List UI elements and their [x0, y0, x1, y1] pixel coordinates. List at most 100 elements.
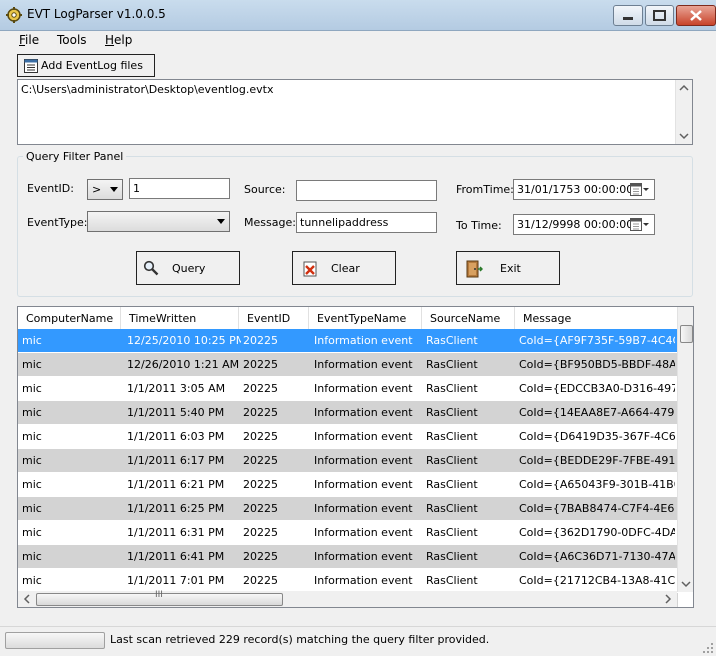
- minimize-button[interactable]: [613, 5, 643, 26]
- eventid-operator-select[interactable]: >: [87, 179, 123, 200]
- close-button[interactable]: [676, 5, 716, 26]
- totime-label: To Time:: [456, 219, 502, 232]
- cell-eventtypename: Information event: [314, 406, 413, 419]
- cell-message: CoId={14EAA8E7-A664-479B-92: [519, 406, 675, 419]
- message-value: tunnelipaddress: [300, 216, 389, 229]
- cell-message: CoId={BF950BD5-BBDF-48AB-93: [519, 358, 675, 371]
- clear-icon: [303, 261, 317, 277]
- app-gear-icon: [6, 7, 22, 23]
- cell-timewritten: 1/1/2011 7:01 PM: [127, 574, 225, 587]
- exit-label: Exit: [500, 262, 521, 275]
- cell-sourcename: RasClient: [426, 454, 478, 467]
- clear-label: Clear: [331, 262, 360, 275]
- cell-timewritten: 1/1/2011 6:25 PM: [127, 502, 225, 515]
- results-grid[interactable]: ComputerName TimeWritten EventID EventTy…: [17, 306, 694, 608]
- menu-file[interactable]: File: [19, 33, 39, 47]
- eventid-input[interactable]: 1: [129, 178, 230, 199]
- cell-computername: mic: [22, 550, 42, 563]
- eventtype-label: EventType:: [27, 216, 88, 229]
- eventid-value: 1: [133, 182, 140, 195]
- column-header-sourcename[interactable]: SourceName: [422, 307, 515, 329]
- eventtype-select[interactable]: [87, 211, 230, 232]
- cell-eventtypename: Information event: [314, 574, 413, 587]
- table-row[interactable]: mic 1/1/2011 6:17 PM 20225 Information even…: [18, 449, 678, 473]
- resize-grip-icon[interactable]: [702, 642, 714, 654]
- menu-tools[interactable]: Tools: [57, 33, 87, 47]
- query-label: Query: [172, 262, 206, 275]
- cell-message: CoId={BEDDE29F-7FBE-4914-8A: [519, 454, 675, 467]
- message-input[interactable]: tunnelipaddress: [296, 212, 437, 233]
- file-list-textbox[interactable]: C:\Users\administrator\Desktop\eventlog.…: [17, 79, 693, 145]
- cell-message: CoId={D6419D35-367F-4C68-94D: [519, 430, 675, 443]
- table-row[interactable]: mic 1/1/2011 7:01 PM 20225 Information even…: [18, 569, 678, 593]
- cell-eventid: 20225: [243, 574, 278, 587]
- cell-timewritten: 1/1/2011 6:03 PM: [127, 430, 225, 443]
- table-row[interactable]: mic 1/1/2011 6:25 PM 20225 Information even…: [18, 497, 678, 521]
- table-row[interactable]: mic 12/26/2010 1:21 AM 20225 Information ev…: [18, 353, 678, 377]
- cell-eventid: 20225: [243, 526, 278, 539]
- cell-eventid: 20225: [243, 454, 278, 467]
- fromtime-value: 31/01/1753 00:00:00: [517, 183, 634, 196]
- calendar-icon[interactable]: [630, 183, 650, 197]
- cell-computername: mic: [22, 478, 42, 491]
- cell-sourcename: RasClient: [426, 358, 478, 371]
- cell-eventtypename: Information event: [314, 502, 413, 515]
- scroll-right-icon: [665, 594, 672, 604]
- menu-help[interactable]: Help: [105, 33, 132, 47]
- add-eventlog-button[interactable]: Add EventLog files: [17, 54, 155, 77]
- grid-vertical-scrollbar[interactable]: [677, 307, 693, 592]
- cell-computername: mic: [22, 430, 42, 443]
- cell-computername: mic: [22, 382, 42, 395]
- cell-sourcename: RasClient: [426, 574, 478, 587]
- clear-button[interactable]: Clear: [292, 251, 396, 285]
- cell-timewritten: 12/25/2010 10:25 PM: [127, 334, 241, 347]
- table-row[interactable]: mic 1/1/2011 3:05 AM 20225 Information even…: [18, 377, 678, 401]
- eventid-operator-value: >: [92, 183, 102, 196]
- scroll-down-icon: [681, 581, 691, 588]
- exit-button[interactable]: Exit: [456, 251, 560, 285]
- scroll-left-icon: [23, 594, 30, 604]
- calendar-icon[interactable]: [630, 218, 650, 232]
- column-header-computername[interactable]: ComputerName: [18, 307, 121, 329]
- grid-vscroll-thumb[interactable]: [680, 325, 693, 343]
- grid-horizontal-scrollbar[interactable]: III: [18, 590, 677, 607]
- cell-timewritten: 1/1/2011 3:05 AM: [127, 382, 226, 395]
- table-row[interactable]: mic 1/1/2011 5:40 PM 20225 Information even…: [18, 401, 678, 425]
- menu-bar: File Tools Help: [0, 31, 716, 51]
- table-row[interactable]: mic 1/1/2011 6:41 PM 20225 Information even…: [18, 545, 678, 569]
- file-list-scrollbar[interactable]: [675, 80, 692, 144]
- scroll-down-icon: [679, 133, 689, 140]
- cell-computername: mic: [22, 574, 42, 587]
- column-header-eventid[interactable]: EventID: [239, 307, 309, 329]
- table-row[interactable]: mic 12/25/2010 10:25 PM 20225 Information e…: [18, 329, 678, 353]
- fromtime-picker[interactable]: 31/01/1753 00:00:00: [513, 179, 655, 200]
- source-input[interactable]: [296, 180, 437, 201]
- cell-computername: mic: [22, 358, 42, 371]
- table-row[interactable]: mic 1/1/2011 6:21 PM 20225 Information even…: [18, 473, 678, 497]
- cell-eventtypename: Information event: [314, 478, 413, 491]
- cell-message: CoId={21712CB4-13A8-41CE-950: [519, 574, 675, 587]
- column-header-eventtypename[interactable]: EventTypeName: [309, 307, 422, 329]
- cell-eventid: 20225: [243, 502, 278, 515]
- exit-door-icon: [466, 260, 483, 278]
- totime-picker[interactable]: 31/12/9998 00:00:00: [513, 214, 655, 235]
- scroll-up-icon: [679, 84, 689, 91]
- table-row[interactable]: mic 1/1/2011 6:03 PM 20225 Information even…: [18, 425, 678, 449]
- close-icon: [690, 10, 702, 21]
- cell-message: CoId={A65043F9-301B-41B0-AB3: [519, 478, 675, 491]
- cell-timewritten: 1/1/2011 5:40 PM: [127, 406, 225, 419]
- cell-eventid: 20225: [243, 550, 278, 563]
- cell-eventid: 20225: [243, 478, 278, 491]
- cell-eventid: 20225: [243, 358, 278, 371]
- cell-message: CoId={7BAB8474-C7F4-4E63-9C: [519, 502, 675, 515]
- cell-computername: mic: [22, 454, 42, 467]
- maximize-button[interactable]: [645, 5, 674, 26]
- query-button[interactable]: Query: [136, 251, 240, 285]
- cell-sourcename: RasClient: [426, 526, 478, 539]
- table-row[interactable]: mic 1/1/2011 6:31 PM 20225 Information even…: [18, 521, 678, 545]
- column-header-message[interactable]: Message: [515, 307, 678, 329]
- cell-eventid: 20225: [243, 334, 278, 347]
- grid-hscroll-thumb[interactable]: III: [36, 590, 283, 606]
- window-title: EVT LogParser v1.0.0.5: [27, 7, 166, 21]
- column-header-timewritten[interactable]: TimeWritten: [121, 307, 239, 329]
